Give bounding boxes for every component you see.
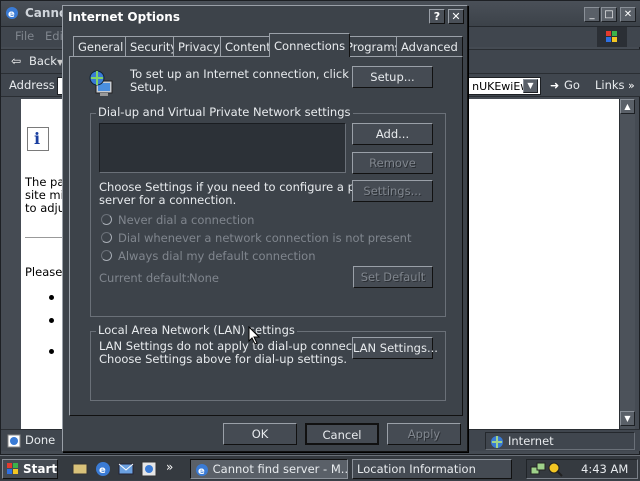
current-default-value: None [189, 271, 220, 285]
go-arrow-icon: ➜ [550, 79, 560, 92]
tab-general[interactable]: General [73, 36, 129, 56]
add-button[interactable]: Add... [352, 123, 433, 145]
page-text-line: The pa [25, 175, 65, 189]
info-icon: i [27, 127, 49, 151]
ie-quicklaunch-icon[interactable]: e [95, 461, 111, 480]
show-desktop-icon[interactable] [72, 461, 88, 480]
taskbar: Start e » e Cannot find server - M... Lo… [0, 455, 640, 480]
settings-button[interactable]: Settings... [352, 180, 433, 202]
lan-group-title: Local Area Network (LAN) settings [96, 323, 297, 337]
maximize-button[interactable]: □ [601, 7, 617, 22]
network-tray-icon[interactable] [530, 461, 546, 480]
remove-button[interactable]: Remove [352, 152, 433, 174]
dialog-title: Internet Options [68, 10, 180, 24]
start-label: Start [23, 462, 58, 476]
windows-flag-icon [6, 462, 20, 481]
scroll-down-icon[interactable]: ▼ [620, 411, 635, 426]
taskbar-item-label: Location Information [357, 462, 476, 476]
tab-advanced[interactable]: Advanced [396, 36, 463, 56]
outlook-quicklaunch-icon[interactable] [118, 461, 134, 480]
back-arrow-icon: ⇦ [11, 54, 22, 68]
clock: 4:43 AM [581, 462, 629, 476]
page-text-line: site mi [25, 188, 64, 202]
help-button[interactable]: ? [429, 9, 445, 24]
current-default-label: Current default: [99, 271, 191, 285]
tab-content[interactable]: Content [220, 36, 276, 56]
svg-text:e: e [198, 466, 205, 477]
windows-logo-icon [597, 27, 627, 47]
proxy-text: server for a connection. [99, 193, 237, 207]
back-button[interactable]: Back [29, 55, 57, 68]
internet-options-dialog: Internet Options ? ✕ General Security Pr… [62, 5, 468, 452]
tab-privacy[interactable]: Privacy [173, 36, 225, 56]
taskbar-item-label: Cannot find server - M... [212, 462, 348, 476]
system-tray: 4:43 AM [526, 459, 638, 479]
scroll-up-icon[interactable]: ▲ [620, 99, 635, 114]
start-button[interactable]: Start [2, 459, 58, 479]
zone-panel: Internet [485, 432, 635, 450]
divider [25, 237, 65, 238]
svg-text:e: e [99, 465, 106, 476]
address-dropdown-icon[interactable]: ▼ [523, 79, 538, 93]
menu-file[interactable]: File [15, 30, 34, 43]
go-button[interactable]: Go [564, 79, 580, 92]
radio-never-dial[interactable] [101, 214, 112, 225]
apply-button[interactable]: Apply [387, 423, 461, 445]
zone-text: Internet [508, 434, 554, 448]
status-text: Done [25, 433, 56, 447]
tab-connections[interactable]: Connections [269, 33, 351, 57]
connections-panel: To set up an Internet connection, click … [69, 56, 463, 416]
svg-text:e: e [8, 9, 15, 20]
ie-icon: e [5, 6, 19, 20]
setup-button[interactable]: Setup... [352, 66, 433, 88]
lan-settings-button[interactable]: LAN Settings... [352, 337, 438, 359]
connections-list[interactable] [99, 123, 346, 173]
lan-text: Choose Settings above for dial-up settin… [99, 352, 347, 366]
globe-icon [490, 435, 504, 452]
dialog-close-button[interactable]: ✕ [448, 9, 464, 24]
setup-text: Setup. [130, 80, 168, 94]
cancel-button[interactable]: Cancel [305, 423, 379, 445]
mouse-cursor-icon [248, 325, 262, 346]
ok-button[interactable]: OK [223, 423, 297, 445]
radio-dial-whenever[interactable] [101, 232, 112, 243]
bullet [49, 295, 54, 300]
dialup-group-title: Dial-up and Virtual Private Network sett… [96, 105, 353, 119]
close-button[interactable]: ✕ [620, 7, 636, 22]
page-text-line: Please [25, 265, 63, 279]
page-done-icon [7, 434, 21, 448]
minimize-button[interactable]: _ [584, 7, 600, 22]
search-tray-icon[interactable] [547, 461, 563, 480]
radio-dial-whenever-label: Dial whenever a network connection is no… [118, 231, 412, 245]
links-more-icon[interactable]: » [628, 79, 635, 92]
set-default-button[interactable]: Set Default [353, 266, 433, 288]
network-globe-icon [88, 69, 118, 99]
address-label: Address [9, 78, 55, 92]
radio-never-dial-label: Never dial a connection [118, 213, 255, 227]
bullet [49, 318, 54, 323]
taskbar-item-browser[interactable]: e Cannot find server - M... [190, 459, 348, 479]
vertical-scrollbar[interactable]: ▲ ▼ [619, 99, 635, 429]
media-quicklaunch-icon[interactable] [141, 461, 157, 480]
page-text-line: to adju [25, 201, 66, 215]
taskbar-item-location[interactable]: Location Information [352, 459, 512, 479]
radio-always-dial-label: Always dial my default connection [118, 249, 316, 263]
bullet [49, 349, 54, 354]
radio-always-dial[interactable] [101, 250, 112, 261]
quicklaunch-more-icon[interactable]: » [166, 460, 173, 474]
ie-task-icon: e [195, 463, 209, 477]
links-button[interactable]: Links [595, 79, 625, 92]
